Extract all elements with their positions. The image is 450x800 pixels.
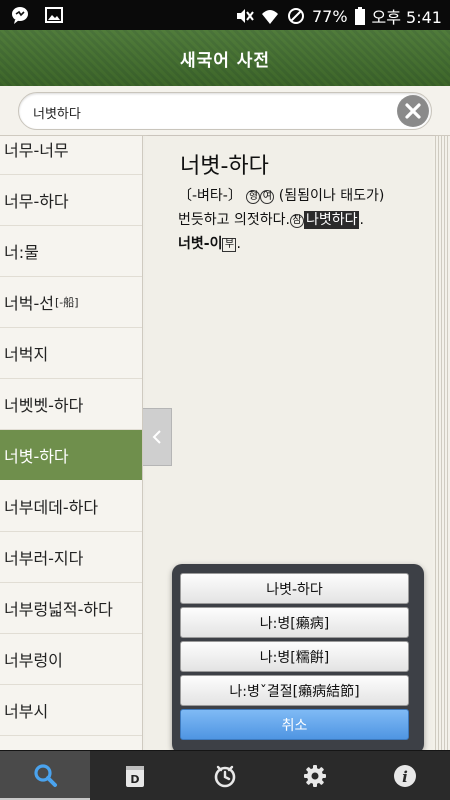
collapse-list-tab[interactable] (143, 408, 172, 466)
list-item[interactable]: 너벅지 (0, 328, 142, 379)
list-item[interactable]: 너무-너무 (0, 136, 142, 175)
app-title: 새국어 사전 (179, 51, 271, 71)
list-item[interactable]: 너무-하다 (0, 175, 142, 226)
status-bar: 77% 오후 5:41 (0, 0, 450, 30)
search-input[interactable] (33, 102, 393, 122)
clear-search-button[interactable] (397, 95, 429, 127)
word-list[interactable]: 너무-너무 너무-하다 너:물 너벅-선 [-船] 너벅지 너벳벳-하다 너볏-하… (0, 136, 143, 750)
page-edges (433, 136, 450, 750)
list-item[interactable]: 너부데데-하다 (0, 481, 142, 532)
popup-option[interactable]: 나:병[糯餠] (180, 641, 409, 672)
battery-percent: 77% (311, 6, 348, 26)
list-item[interactable]: 너벅-선 [-船] (0, 277, 142, 328)
nav-dictionary-button[interactable]: D (90, 751, 180, 800)
search-box (18, 92, 432, 130)
close-icon (398, 96, 428, 126)
list-item[interactable]: 너부러-지다 (0, 532, 142, 583)
list-item[interactable]: 너부시 (0, 685, 142, 736)
ref-mark: 참 (289, 214, 304, 228)
list-item[interactable]: 너부렁넓적-하다 (0, 583, 142, 634)
clock-time: 오후 5:41 (371, 8, 442, 27)
definition-b: 번듯하고 의젓하다. (178, 212, 290, 228)
list-item[interactable]: 너벳벳-하다 (0, 379, 142, 430)
adverb-mark: 부 (222, 238, 237, 252)
cancel-button[interactable]: 취소 (180, 709, 409, 740)
entry-headword: 너볏-하다 (180, 154, 269, 179)
battery-icon (354, 6, 366, 26)
dictionary-icon: D (126, 766, 144, 787)
ref-word-link[interactable]: 나볏하다 (303, 211, 360, 229)
pos-mark: 형 (246, 190, 261, 204)
popup-option[interactable]: 나볏-하다 (180, 573, 409, 604)
title-bar: 새국어 사전 (0, 30, 450, 86)
history-clock-icon (214, 765, 236, 788)
messenger-icon (10, 5, 30, 25)
definition-a: (됨됨이나 태도가) (278, 188, 385, 204)
gallery-icon (44, 5, 64, 25)
nav-search-button[interactable] (0, 751, 90, 800)
settings-gear-icon (304, 765, 326, 787)
list-item-hanja: [-船] (54, 296, 79, 309)
nav-settings-button[interactable] (270, 751, 360, 800)
chevron-left-icon (152, 430, 161, 444)
conj-mark: 여 (260, 190, 275, 204)
info-icon: i (394, 765, 416, 787)
svg-text:D: D (130, 773, 139, 786)
wifi-icon (260, 6, 280, 26)
svg-text:i: i (402, 768, 408, 786)
list-item[interactable]: 너부렁이 (0, 634, 142, 685)
bottom-nav: D i (0, 750, 450, 800)
popup-option[interactable]: 나:병[癩病] (180, 607, 409, 638)
popup-option[interactable]: 나:병ˇ결절[癩病結節] (180, 675, 409, 706)
pronunciation: 〔-벼타-〕 (178, 188, 242, 204)
entry-body: 〔-벼타-〕 형여 (됨됨이나 태도가) 번듯하고 의젓하다. 참 나볏하다. 너볏… (178, 188, 385, 252)
search-band (0, 86, 450, 136)
mute-icon (234, 6, 254, 26)
derived-word: 너볏-이 (178, 236, 223, 252)
app-root: 77% 오후 5:41 새국어 사전 너무-너무 너무-하다 너:물 너벅-선[ (0, 0, 450, 800)
list-item[interactable]: 너:물 (0, 226, 142, 277)
related-words-popup: 나볏-하다 나:병[癩病] 나:병[糯餠] 나:병ˇ결절[癩病結節] 취소 (172, 564, 424, 754)
blocked-icon (286, 6, 306, 26)
search-icon (34, 763, 57, 787)
list-item-selected[interactable]: 너볏-하다 (0, 430, 142, 480)
nav-info-button[interactable]: i (360, 751, 450, 800)
nav-history-button[interactable] (180, 751, 270, 800)
